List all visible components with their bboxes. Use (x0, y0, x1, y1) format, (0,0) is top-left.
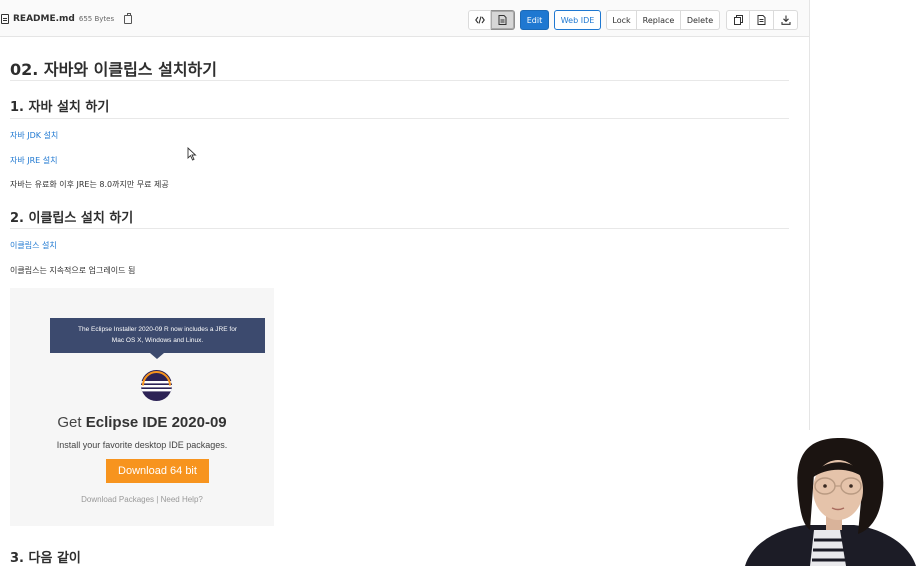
document-icon (498, 15, 507, 25)
copy-file-path-icon[interactable] (124, 12, 133, 24)
section1-divider (10, 118, 789, 119)
file-name: README.md (13, 14, 75, 24)
eclipse-logo-icon (141, 370, 172, 401)
download-links: Download Packages | Need Help? (10, 495, 274, 504)
title-divider (10, 80, 789, 81)
file-header: README.md 655 Bytes Edit Web IDE Lock Re… (0, 0, 809, 37)
banner-pointer (150, 353, 164, 359)
banner-line-2: Mac OS X, Windows and Linux. (111, 337, 204, 344)
webcam-presenter-image (740, 430, 920, 566)
download-packages-link[interactable]: Download Packages (81, 495, 154, 504)
download-icon (780, 15, 791, 25)
link-separator: | (156, 495, 159, 504)
jdk-install-link[interactable]: 자바 JDK 설치 (10, 130, 58, 141)
section3-heading-partial: 3. 다음 같이 (10, 551, 81, 566)
section2-divider (10, 228, 789, 229)
copy-icon (733, 15, 743, 25)
section2-heading: 2. 이클립스 설치 하기 (10, 211, 134, 226)
install-text: Install your favorite desktop IDE packag… (56, 440, 228, 450)
get-eclipse-heading: Get Eclipse IDE 2020-09 (10, 414, 274, 431)
doc-title: 02. 자바와 이클립스 설치하기 (10, 60, 217, 79)
lock-button[interactable]: Lock (606, 10, 637, 30)
banner-line-1: The Eclipse Installer 2020-09 R now incl… (78, 326, 237, 333)
installer-banner: The Eclipse Installer 2020-09 R now incl… (50, 318, 265, 353)
eclipse-product-name: Eclipse IDE 2020-09 (85, 414, 227, 431)
code-icon (474, 16, 485, 24)
eclipse-note: 이클립스는 지속적으로 업그레이드 됨 (10, 266, 136, 275)
file-title: README.md 655 Bytes (0, 12, 133, 25)
raw-file-icon (757, 15, 766, 25)
eclipse-download-image: The Eclipse Installer 2020-09 R now incl… (10, 288, 274, 526)
display-source-button[interactable] (468, 10, 491, 30)
file-icon (1, 14, 9, 24)
delete-button[interactable]: Delete (681, 10, 720, 30)
jre-install-link[interactable]: 자바 JRE 설치 (10, 155, 58, 166)
java-note: 자바는 유료화 이후 JRE는 8.0까지만 무료 제공 (10, 180, 169, 189)
web-ide-button[interactable]: Web IDE (554, 10, 601, 30)
mouse-pointer-icon (187, 147, 197, 161)
file-size: 655 Bytes (78, 15, 115, 23)
need-help-link[interactable]: Need Help? (161, 495, 203, 504)
download-button[interactable] (774, 10, 798, 30)
eclipse-install-link[interactable]: 이클립스 설치 (10, 240, 57, 251)
get-prefix: Get (57, 414, 82, 431)
open-raw-button[interactable] (750, 10, 774, 30)
display-rendered-button[interactable] (491, 10, 515, 30)
download-64bit-button[interactable]: Download 64 bit (106, 459, 209, 483)
section1-heading: 1. 자바 설치 하기 (10, 100, 110, 115)
edit-button[interactable]: Edit (520, 10, 549, 30)
copy-source-button[interactable] (726, 10, 750, 30)
replace-button[interactable]: Replace (637, 10, 681, 30)
file-viewer-panel: README.md 655 Bytes Edit Web IDE Lock Re… (0, 0, 810, 566)
